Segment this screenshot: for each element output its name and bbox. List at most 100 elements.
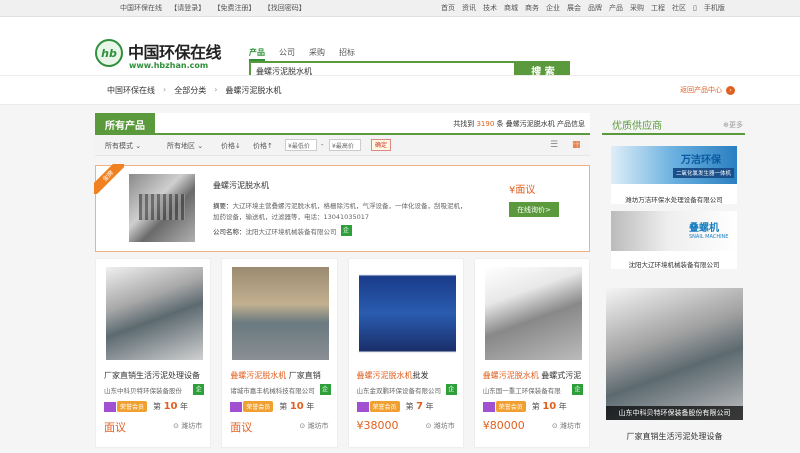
loc-text: 潍坊市	[307, 422, 329, 430]
crumb-category[interactable]: 全部分类	[174, 85, 206, 96]
more-label: 更多	[729, 121, 743, 129]
price-sort-asc[interactable]: 价格↑	[253, 141, 273, 151]
supplier-name[interactable]: 潍坊万洁环保水处理设备有限公司	[611, 194, 737, 204]
sidebar-product-image[interactable]: 山东中科贝特环保装备股份有限公司	[606, 288, 743, 420]
chevron-right-icon: ›	[163, 85, 167, 94]
diamond-icon	[482, 401, 495, 412]
location-pin-icon: ⊙	[425, 422, 432, 430]
tab-product[interactable]: 产品	[249, 47, 265, 61]
list-view-icon[interactable]: ☰	[550, 140, 560, 150]
top-nav: 首页 资讯 技术 商城 商务 企业 展会 品牌 产品 采购 工程 社区 ▯ 手机版	[441, 3, 739, 13]
supplier-banner[interactable]: 叠螺机 SNAIL MACHINE	[611, 211, 737, 251]
more-link[interactable]: ⊕更多	[723, 120, 743, 130]
product-image[interactable]	[484, 267, 582, 360]
years-di: 第	[531, 402, 540, 411]
diamond-icon	[104, 401, 116, 412]
product-company[interactable]: 山东金双鹏环保设备有限公司	[357, 385, 449, 395]
member-years: 第 10 年	[279, 401, 314, 412]
product-image[interactable]	[232, 267, 330, 360]
product-company[interactable]: 山东国一重工环保装备有限	[483, 385, 575, 395]
supplier-card[interactable]: 万洁环保 二氧化氯发生器一体机 潍坊万洁环保水处理设备有限公司	[611, 146, 737, 204]
product-image[interactable]	[106, 267, 203, 360]
product-card[interactable]: 厂家直销生活污泥处理设备 山东中科贝特环保装备股份 企 荣誉会员 第 10 年 …	[95, 258, 212, 448]
logo-title: 中国环保在线	[128, 43, 222, 62]
nav-brand[interactable]: 品牌	[588, 3, 602, 13]
verified-badge: 企	[340, 225, 352, 236]
verified-badge: 企	[572, 384, 583, 395]
min-price-input[interactable]: ¥最低价	[285, 139, 317, 151]
supplier-name[interactable]: 沈阳大辽环境机械装备有限公司	[611, 259, 737, 269]
login-link[interactable]: 【请登录】	[170, 4, 205, 12]
nav-community[interactable]: 社区	[672, 3, 686, 13]
loc-text: 潍坊市	[181, 422, 203, 430]
header: hb 中国环保在线 www.hbzhan.com 产品 公司 采购 招标 叠螺污…	[0, 17, 800, 80]
loc-text: 潍坊市	[433, 422, 455, 430]
featured-title[interactable]: 叠螺污泥脱水机	[213, 180, 269, 191]
years-di: 第	[153, 402, 162, 411]
nav-project[interactable]: 工程	[651, 3, 665, 13]
nav-purchase[interactable]: 采购	[630, 3, 644, 13]
phone-icon: ▯	[693, 4, 697, 12]
product-title[interactable]: 厂家直销生活污泥处理设备	[104, 370, 207, 381]
nav-mall[interactable]: 商城	[504, 3, 518, 13]
product-card[interactable]: 叠螺污泥脱水机批发 山东金双鹏环保设备有限公司 企 荣誉会员 第 7 年 ¥38…	[347, 258, 464, 448]
title-keyword: 叠螺污泥脱水机	[230, 371, 287, 380]
product-title[interactable]: 叠螺污泥脱水机批发	[357, 370, 460, 381]
area-label: 所有地区	[167, 142, 195, 150]
featured-description: 摘要：大辽环境主营叠螺污泥脱水机，格栅除污机，气浮设备，一体化设备，刮吸泥机，加…	[213, 201, 468, 223]
count-value: 3190	[476, 120, 495, 128]
tab-purchase[interactable]: 采购	[309, 47, 325, 61]
chevron-right-icon: ›	[214, 85, 218, 94]
price-confirm-button[interactable]: 确定	[371, 139, 391, 151]
arrow-down-icon: ↓	[235, 142, 241, 150]
product-price: 面议	[104, 421, 126, 434]
crumb-home[interactable]: 中国环保在线	[107, 85, 155, 96]
arrow-up-icon: ↑	[267, 142, 273, 150]
nav-home[interactable]: 首页	[441, 3, 455, 13]
member-tag: 荣誉会员	[117, 401, 148, 412]
area-filter[interactable]: 所有地区 ⌄	[167, 141, 203, 151]
featured-product: 金牌 叠螺污泥脱水机 摘要：大辽环境主营叠螺污泥脱水机，格栅除污机，气浮设备，一…	[94, 164, 590, 252]
company-link[interactable]: 沈阳大辽环境机械装备有限公司	[246, 226, 337, 236]
supplier-card[interactable]: 叠螺机 SNAIL MACHINE 沈阳大辽环境机械装备有限公司	[611, 211, 737, 269]
title-rest: 叠螺式污泥	[538, 371, 582, 380]
nav-company[interactable]: 企业	[546, 3, 560, 13]
member-tag: 荣誉会员	[495, 401, 526, 412]
years-value: 10	[163, 401, 178, 412]
product-image[interactable]	[358, 267, 456, 360]
ribbon-label: 金牌	[94, 164, 124, 194]
forgot-password-link[interactable]: 【找回密码】	[264, 4, 306, 12]
product-title[interactable]: 叠螺污泥脱水机 叠螺式污泥	[483, 370, 586, 381]
product-card[interactable]: 叠螺污泥脱水机 厂家直销 诸城市嘉丰机械科技有限公司 企 荣誉会员 第 10 年…	[221, 258, 338, 448]
nav-mobile[interactable]: ▯ 手机版	[693, 3, 732, 13]
nav-business[interactable]: 商务	[525, 3, 539, 13]
product-company[interactable]: 山东中科贝特环保装备股份	[104, 385, 196, 395]
price-sort-desc[interactable]: 价格↓	[221, 141, 241, 151]
tab-company[interactable]: 公司	[279, 47, 295, 61]
nav-expo[interactable]: 展会	[567, 3, 581, 13]
member-years: 第 10 年	[532, 401, 567, 412]
sidebar-product-title[interactable]: 厂家直销生活污泥处理设备	[606, 431, 743, 442]
all-products-tab[interactable]: 所有产品	[95, 113, 155, 135]
supplier-banner[interactable]: 万洁环保 二氧化氯发生器一体机	[611, 146, 737, 184]
title-keyword: 叠螺污泥脱水机	[356, 371, 413, 380]
top-links: 中国环保在线 【请登录】 【免费注册】 【找回密码】	[120, 3, 312, 13]
back-to-products-link[interactable]: 返回产品中心 ›	[680, 85, 735, 95]
nav-news[interactable]: 资讯	[462, 3, 476, 13]
inquiry-button[interactable]: 在线询价>	[509, 202, 559, 217]
product-card[interactable]: 叠螺污泥脱水机 叠螺式污泥 山东国一重工环保装备有限 企 荣誉会员 第 10 年…	[473, 258, 590, 448]
product-company[interactable]: 诸城市嘉丰机械科技有限公司	[230, 385, 322, 395]
location-pin-icon: ⊙	[173, 422, 180, 430]
mode-filter[interactable]: 所有模式 ⌄	[105, 141, 141, 151]
nav-product[interactable]: 产品	[609, 3, 623, 13]
featured-price: ¥面议	[509, 185, 536, 196]
product-title[interactable]: 叠螺污泥脱水机 厂家直销	[230, 370, 333, 381]
tab-tender[interactable]: 招标	[339, 47, 355, 61]
featured-product-image[interactable]	[129, 174, 195, 242]
max-price-input[interactable]: ¥最高价	[329, 139, 361, 151]
nav-tech[interactable]: 技术	[483, 3, 497, 13]
supplier-slogan: 二氧化氯发生器一体机	[673, 168, 735, 178]
site-name-link[interactable]: 中国环保在线	[120, 4, 162, 12]
grid-view-icon[interactable]: ▦	[572, 140, 582, 150]
register-link[interactable]: 【免费注册】	[213, 4, 255, 12]
